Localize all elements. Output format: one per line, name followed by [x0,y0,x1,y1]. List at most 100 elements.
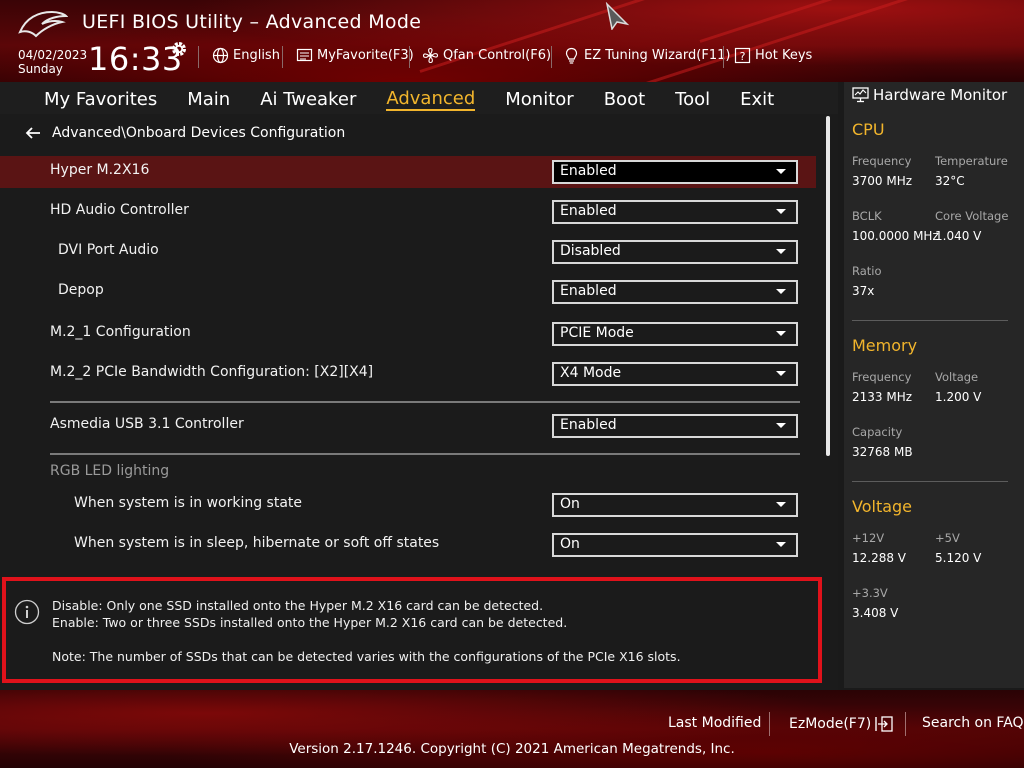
scrollbar[interactable] [826,116,830,456]
breadcrumb[interactable]: Advanced\Onboard Devices Configuration [24,124,345,142]
tab-ai-tweaker[interactable]: Ai Tweaker [260,87,356,110]
setting-label: HD Audio Controller [50,202,189,218]
gear-icon[interactable] [170,40,188,58]
setting-row-hd-audio[interactable]: HD Audio Controller Enabled [0,196,816,228]
asmedia-usb-dropdown[interactable]: Enabled [552,414,798,438]
main-menu-tabs: My Favorites Main Ai Tweaker Advanced Mo… [0,82,838,114]
rgb-sleep-dropdown[interactable]: On [552,533,798,557]
memory-frequency-label: Frequency [852,370,912,384]
cpu-temperature-value: 32°C [935,174,965,188]
setting-row-dvi-port-audio[interactable]: DVI Port Audio Disabled [0,236,816,268]
dropdown-value: Enabled [560,417,617,433]
divider [50,453,800,455]
cpu-heading: CPU [852,120,885,139]
tab-main[interactable]: Main [187,87,230,110]
dropdown-caret-icon [776,209,786,214]
tab-my-favorites[interactable]: My Favorites [44,87,157,110]
help-info-box: Disable: Only one SSD installed onto the… [2,577,822,683]
depop-dropdown[interactable]: Enabled [552,280,798,304]
core-voltage-value: 1.040 V [935,229,982,243]
dropdown-value: On [560,536,580,552]
setting-label: M.2_1 Configuration [50,324,191,340]
m2-2-bandwidth-dropdown[interactable]: X4 Mode [552,362,798,386]
setting-row-hyper-m2x16[interactable]: Hyper M.2X16 Enabled [0,156,816,188]
dropdown-caret-icon [776,249,786,254]
svg-text:?: ? [740,50,746,63]
dropdown-caret-icon [776,502,786,507]
tab-tool[interactable]: Tool [675,87,710,110]
dropdown-caret-icon [776,331,786,336]
tab-exit[interactable]: Exit [740,87,774,110]
hd-audio-dropdown[interactable]: Enabled [552,200,798,224]
language-label: English [233,48,280,63]
qfan-control-button[interactable]: Qfan Control(F6) [422,47,551,64]
ez-tuning-label: EZ Tuning Wizard(F11) [584,48,731,63]
globe-icon [212,47,229,64]
hot-keys-button[interactable]: ? Hot Keys [734,47,812,64]
back-arrow-icon[interactable] [24,124,42,142]
v33-label: +3.3V [852,586,888,600]
header-bar: UEFI BIOS Utility – Advanced Mode 04/02/… [0,0,1024,82]
m2-1-config-dropdown[interactable]: PCIE Mode [552,322,798,346]
setting-label: When system is in working state [74,495,303,511]
setting-row-m2-2-bandwidth[interactable]: M.2_2 PCIe Bandwidth Configuration: [X2]… [0,358,816,390]
setting-label: Depop [58,282,104,298]
setting-row-rgb-sleep[interactable]: When system is in sleep, hibernate or so… [0,529,816,561]
divider [852,320,1008,321]
dropdown-value: PCIE Mode [560,325,634,341]
dropdown-caret-icon [776,169,786,174]
search-faq-button[interactable]: Search on FAQ [922,715,1024,731]
v5-value: 5.120 V [935,551,982,565]
dropdown-value: Disabled [560,243,621,259]
dropdown-value: On [560,496,580,512]
core-voltage-label: Core Voltage [935,209,1009,223]
hyper-m2x16-dropdown[interactable]: Enabled [552,160,798,184]
cpu-temperature-label: Temperature [935,154,1008,168]
separator [409,46,410,68]
setting-label: M.2_2 PCIe Bandwidth Configuration: [X2]… [50,364,374,380]
memory-voltage-label: Voltage [935,370,979,384]
setting-row-depop[interactable]: Depop Enabled [0,276,816,308]
setting-row-m2-1-config[interactable]: M.2_1 Configuration PCIE Mode [0,318,816,350]
v12-value: 12.288 V [852,551,907,565]
qfan-label: Qfan Control(F6) [443,48,552,63]
v12-label: +12V [852,531,885,545]
separator [769,712,770,736]
tab-boot[interactable]: Boot [604,87,645,110]
exit-to-ezmode-icon [875,716,893,732]
setting-row-asmedia-usb[interactable]: Asmedia USB 3.1 Controller Enabled [0,410,816,442]
dropdown-caret-icon [776,289,786,294]
ez-tuning-wizard-button[interactable]: EZ Tuning Wizard(F11) [563,47,730,64]
dvi-port-audio-dropdown[interactable]: Disabled [552,240,798,264]
ezmode-button[interactable]: EzMode(F7) [789,715,893,733]
v5-label: +5V [935,531,960,545]
app-title: UEFI BIOS Utility – Advanced Mode [82,11,422,33]
separator [905,712,906,736]
date-text: 04/02/2023 [18,48,88,62]
memory-frequency-value: 2133 MHz [852,390,913,404]
capacity-value: 32768 MB [852,445,913,459]
language-button[interactable]: English [212,47,280,64]
hardware-monitor-panel: Hardware Monitor CPU Frequency Temperatu… [844,82,1024,688]
search-faq-label: Search on FAQ [922,715,1024,731]
separator [198,46,199,68]
myfavorite-button[interactable]: MyFavorite(F3) [296,47,414,64]
rgb-working-dropdown[interactable]: On [552,493,798,517]
section-heading-rgb: RGB LED lighting [50,463,170,479]
dropdown-value: X4 Mode [560,365,622,381]
fan-icon [422,47,439,64]
separator [551,46,552,68]
last-modified-label: Last Modified [668,715,762,731]
tab-advanced[interactable]: Advanced [386,86,476,111]
bclk-label: BCLK [852,209,882,223]
hardware-monitor-title: Hardware Monitor [852,86,1007,104]
copyright-text: Version 2.17.1246. Copyright (C) 2021 Am… [289,741,735,757]
last-modified-button[interactable]: Last Modified [668,715,761,731]
rog-logo-icon [18,10,68,38]
dropdown-caret-icon [776,371,786,376]
breadcrumb-path: Advanced\Onboard Devices Configuration [52,125,346,141]
setting-row-rgb-working[interactable]: When system is in working state On [0,489,816,521]
help-text-line: Enable: Two or three SSDs installed onto… [52,615,568,630]
divider [50,401,800,403]
tab-monitor[interactable]: Monitor [505,87,573,110]
